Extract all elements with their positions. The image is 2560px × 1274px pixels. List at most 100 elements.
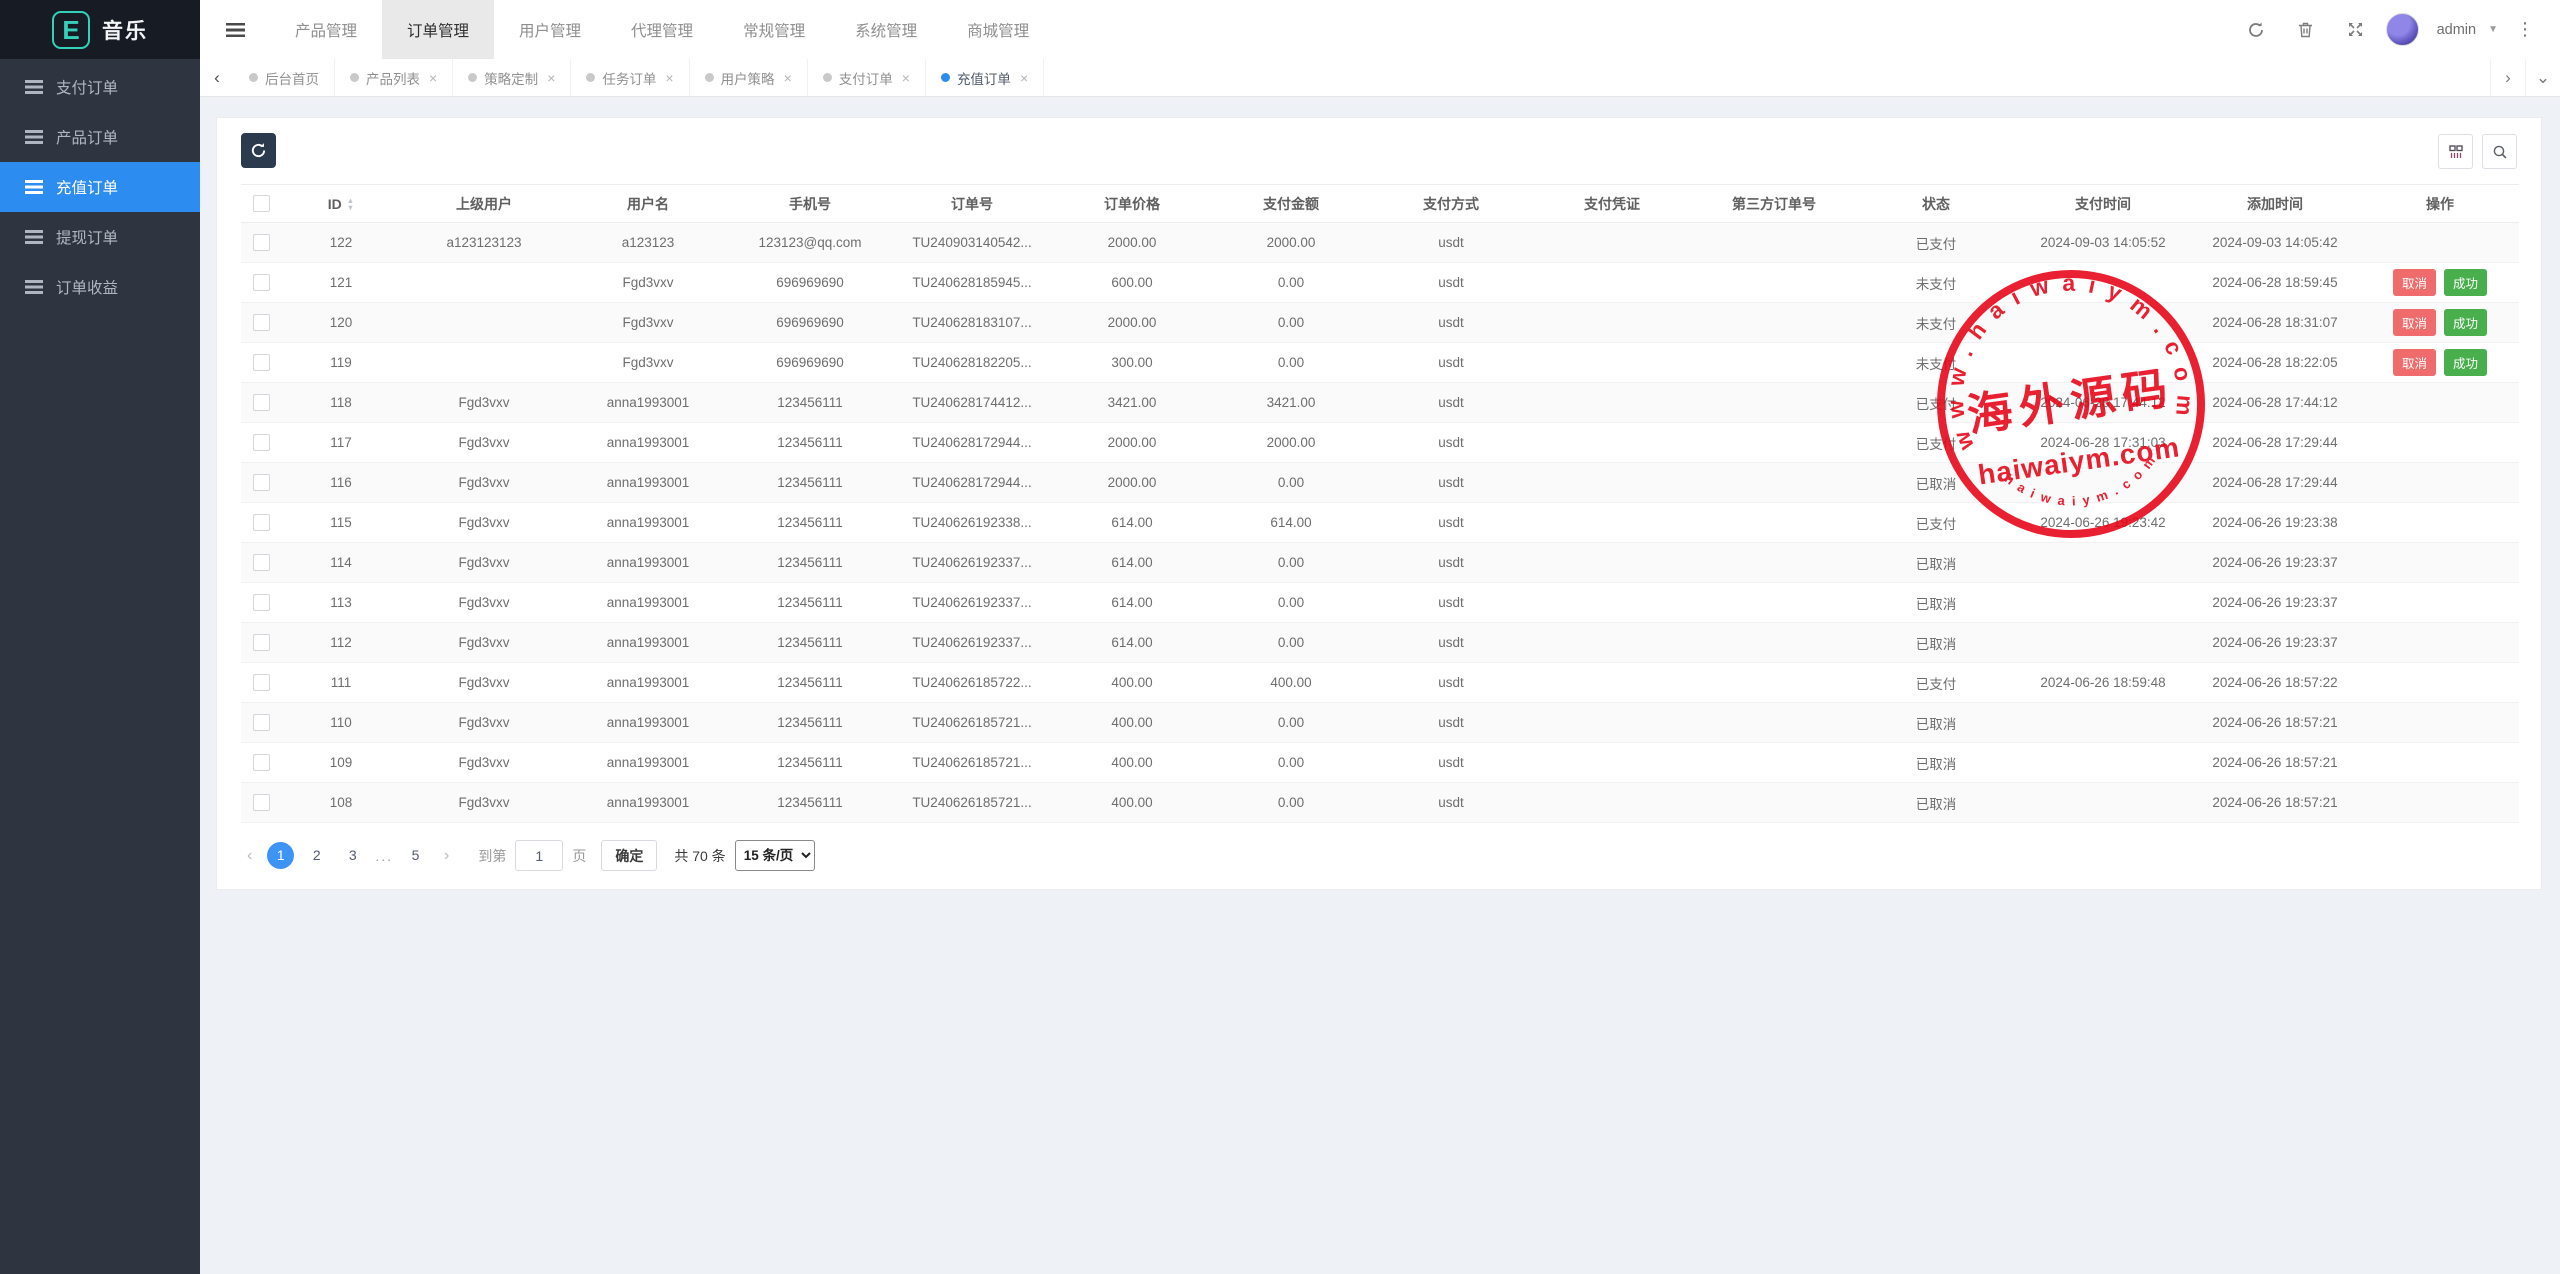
user-dropdown-caret-icon[interactable]: ▼ — [2488, 24, 2498, 35]
tab-close-icon[interactable]: × — [784, 70, 792, 86]
tab-item[interactable]: 策略定制× — [453, 59, 571, 96]
cell-pay_time — [2017, 703, 2189, 743]
sidebar-item[interactable]: 订单收益 — [0, 262, 200, 312]
cell-pay_amount: 0.00 — [1211, 463, 1371, 503]
table-refresh-button[interactable] — [241, 133, 276, 168]
tab-close-icon[interactable]: × — [665, 70, 673, 86]
sidebar-item[interactable]: 充值订单 — [0, 162, 200, 212]
top-nav-item[interactable]: 常规管理 — [718, 0, 830, 59]
row-checkbox[interactable] — [253, 714, 270, 731]
column-header-status: 状态 — [1855, 185, 2017, 223]
row-checkbox[interactable] — [253, 594, 270, 611]
cancel-button[interactable]: 取消 — [2393, 309, 2436, 336]
page-number[interactable]: 5 — [402, 842, 429, 869]
row-checkbox[interactable] — [253, 674, 270, 691]
user-avatar[interactable] — [2386, 13, 2419, 46]
cell-price: 400.00 — [1053, 743, 1211, 783]
goto-confirm-button[interactable]: 确定 — [601, 840, 657, 871]
column-label: 订单价格 — [1104, 196, 1160, 212]
cell-phone: 123456111 — [729, 783, 891, 823]
row-checkbox[interactable] — [253, 634, 270, 651]
tabs-scroll-left-icon[interactable]: ‹ — [200, 59, 234, 96]
tab-item[interactable]: 支付订单× — [808, 59, 926, 96]
table-toolbar — [217, 118, 2541, 184]
tab-item[interactable]: 后台首页 — [234, 59, 335, 96]
row-checkbox[interactable] — [253, 274, 270, 291]
cell-pay_time: 2024-06-26 18:59:48 — [2017, 663, 2189, 703]
top-nav-item[interactable]: 订单管理 — [382, 0, 494, 59]
sidebar-item[interactable]: 支付订单 — [0, 62, 200, 112]
column-header-parent_user: 上级用户 — [401, 185, 567, 223]
search-toggle-button[interactable] — [2482, 134, 2517, 169]
tab-close-icon[interactable]: × — [1020, 70, 1028, 86]
row-checkbox[interactable] — [253, 314, 270, 331]
tab-item[interactable]: 用户策略× — [690, 59, 808, 96]
row-checkbox-cell — [241, 543, 281, 583]
row-checkbox[interactable] — [253, 394, 270, 411]
tab-item[interactable]: 充值订单× — [926, 59, 1044, 96]
select-all-checkbox[interactable] — [253, 195, 270, 212]
cell-phone: 696969690 — [729, 303, 891, 343]
cell-id: 121 — [281, 263, 401, 303]
column-label: 支付凭证 — [1584, 196, 1640, 212]
row-checkbox[interactable] — [253, 354, 270, 371]
row-checkbox[interactable] — [253, 754, 270, 771]
tabs-scroll-right-icon[interactable]: › — [2490, 59, 2525, 96]
cell-pay_time — [2017, 303, 2189, 343]
tab-close-icon[interactable]: × — [547, 70, 555, 86]
page-next[interactable]: › — [438, 847, 455, 865]
success-button[interactable]: 成功 — [2444, 349, 2487, 376]
cell-pay_method: usdt — [1371, 583, 1531, 623]
row-checkbox[interactable] — [253, 474, 270, 491]
column-label: 手机号 — [789, 196, 831, 212]
top-nav-item[interactable]: 代理管理 — [606, 0, 718, 59]
cancel-button[interactable]: 取消 — [2393, 269, 2436, 296]
cancel-button[interactable]: 取消 — [2393, 349, 2436, 376]
page-number[interactable]: 1 — [267, 842, 294, 869]
collapse-sidebar-button[interactable] — [200, 0, 270, 59]
cell-third_no — [1693, 623, 1855, 663]
page-unit-label: 页 — [572, 846, 586, 866]
row-checkbox[interactable] — [253, 514, 270, 531]
sidebar-item[interactable]: 产品订单 — [0, 112, 200, 162]
list-icon — [25, 230, 43, 244]
column-label: 订单号 — [951, 196, 993, 212]
username-label[interactable]: admin — [2437, 22, 2477, 38]
cell-pay_time — [2017, 343, 2189, 383]
tab-item[interactable]: 任务订单× — [571, 59, 689, 96]
columns-toggle-button[interactable] — [2438, 134, 2473, 169]
row-checkbox[interactable] — [253, 554, 270, 571]
cell-pay_method: usdt — [1371, 463, 1531, 503]
cell-order_no: TU240628172944... — [891, 423, 1053, 463]
page-number[interactable]: 3 — [339, 842, 366, 869]
sort-icon[interactable]: ▲▼ — [347, 198, 354, 211]
tab-close-icon[interactable]: × — [429, 70, 437, 86]
tabbar-right-controls: › ⌄ — [2490, 59, 2560, 96]
top-nav-item[interactable]: 产品管理 — [270, 0, 382, 59]
cell-parent_user: a123123123 — [401, 223, 567, 263]
top-nav-item[interactable]: 商城管理 — [942, 0, 1054, 59]
cell-parent_user: Fgd3vxv — [401, 783, 567, 823]
goto-page-input[interactable] — [515, 840, 563, 871]
column-header-pay_method: 支付方式 — [1371, 185, 1531, 223]
page-prev[interactable]: ‹ — [241, 847, 258, 865]
refresh-icon[interactable] — [2236, 10, 2276, 50]
page-number[interactable]: 2 — [303, 842, 330, 869]
cell-username: anna1993001 — [567, 503, 729, 543]
success-button[interactable]: 成功 — [2444, 269, 2487, 296]
tab-item[interactable]: 产品列表× — [335, 59, 453, 96]
row-checkbox[interactable] — [253, 234, 270, 251]
top-nav-item[interactable]: 系统管理 — [830, 0, 942, 59]
tabs-dropdown-icon[interactable]: ⌄ — [2525, 59, 2560, 96]
sidebar-item[interactable]: 提现订单 — [0, 212, 200, 262]
fullscreen-icon[interactable] — [2336, 10, 2376, 50]
row-checkbox[interactable] — [253, 794, 270, 811]
page-size-select[interactable]: 15 条/页 — [735, 840, 815, 871]
trash-icon[interactable] — [2286, 10, 2326, 50]
top-nav-item[interactable]: 用户管理 — [494, 0, 606, 59]
row-checkbox[interactable] — [253, 434, 270, 451]
cell-add_time: 2024-06-26 18:57:21 — [2189, 703, 2361, 743]
success-button[interactable]: 成功 — [2444, 309, 2487, 336]
tab-close-icon[interactable]: × — [902, 70, 910, 86]
more-menu-icon[interactable]: ⋮ — [2508, 19, 2542, 40]
